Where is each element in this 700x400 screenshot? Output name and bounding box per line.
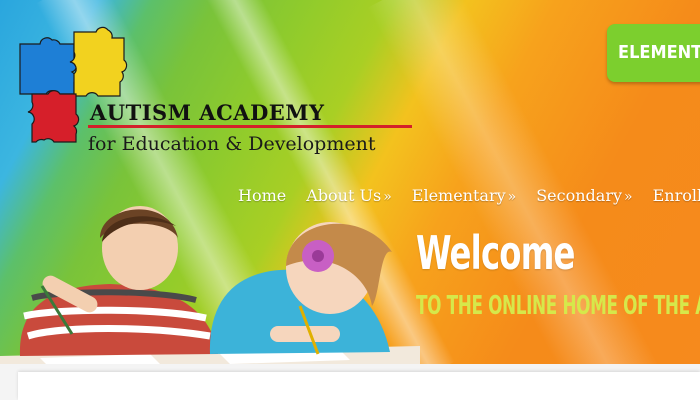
nav-item-secondary[interactable]: Secondary» (536, 186, 632, 210)
nav-item-elementary[interactable]: Elementary» (412, 186, 516, 210)
elementary-header-button[interactable]: ELEMENTARY (607, 24, 700, 82)
welcome-tagline: TO THE ONLINE HOME OF THE AUTISM ACADEMY (416, 291, 700, 321)
logo-divider (88, 125, 412, 128)
content-panel (18, 372, 700, 400)
logo-title[interactable]: AUTISM ACADEMY (90, 100, 325, 125)
nav-item-enrollment[interactable]: Enrollment (653, 186, 700, 210)
hero-banner: AUTISM ACADEMY for Education & Developme… (0, 0, 700, 372)
submenu-arrow-icon: » (624, 189, 633, 205)
nav-item-label: Secondary (536, 186, 623, 205)
girl-figure (209, 222, 392, 355)
boy-figure (19, 206, 219, 356)
logo-subtitle[interactable]: for Education & Development (88, 133, 375, 155)
nav-item-label: Elementary (411, 186, 506, 205)
children-writing-photo (0, 206, 420, 372)
nav-item-label: Enrollment (652, 186, 700, 205)
submenu-arrow-icon: » (507, 189, 517, 205)
welcome-heading: Welcome (416, 226, 575, 280)
